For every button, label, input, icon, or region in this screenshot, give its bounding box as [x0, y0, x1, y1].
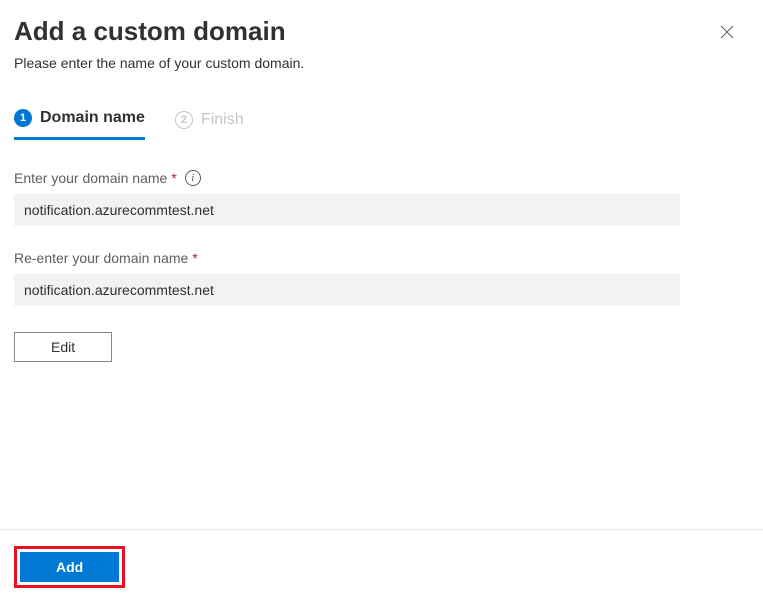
close-button[interactable] [717, 22, 737, 42]
tab-label: Finish [201, 111, 244, 129]
info-icon[interactable]: i [185, 170, 201, 186]
wizard-tabs: 1 Domain name 2 Finish [0, 109, 763, 140]
edit-button[interactable]: Edit [14, 332, 112, 362]
tab-label: Domain name [40, 109, 145, 127]
page-title: Add a custom domain [14, 16, 286, 47]
required-indicator: * [171, 170, 176, 186]
domain-field-label: Enter your domain name * i [14, 170, 749, 186]
step-number-badge: 1 [14, 109, 32, 127]
redomain-field-label: Re-enter your domain name * [14, 250, 749, 266]
domain-input[interactable] [14, 194, 680, 226]
footer-bar: Add [0, 529, 763, 604]
tab-finish[interactable]: 2 Finish [175, 109, 244, 140]
close-icon [720, 25, 734, 39]
required-indicator: * [192, 250, 197, 266]
redomain-input[interactable] [14, 274, 680, 306]
step-number-badge: 2 [175, 111, 193, 129]
add-button-highlight: Add [14, 546, 125, 588]
page-subtitle: Please enter the name of your custom dom… [0, 55, 763, 91]
add-button[interactable]: Add [20, 552, 119, 582]
tab-domain-name[interactable]: 1 Domain name [14, 109, 145, 140]
